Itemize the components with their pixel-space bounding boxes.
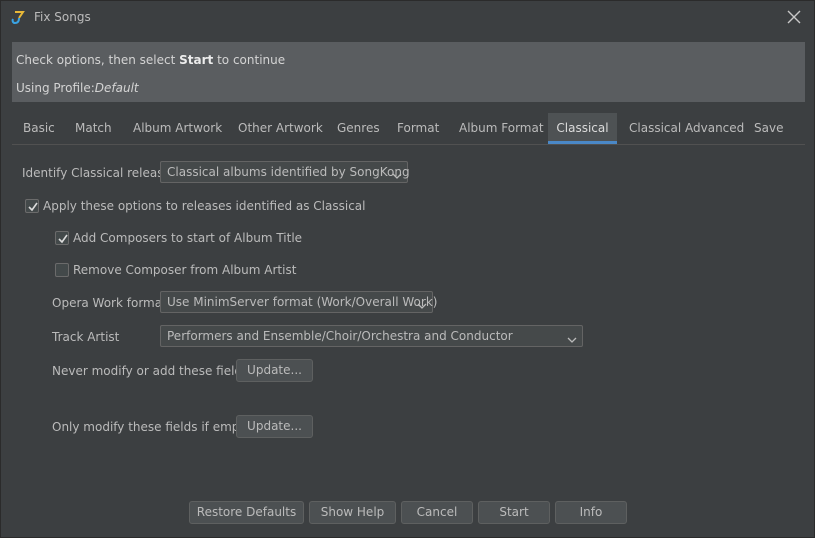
info-button[interactable]: Info (555, 501, 627, 524)
opera-format-select[interactable]: Use MinimServer format (Work/Overall Wor… (160, 291, 437, 313)
apply-classical-label[interactable]: Apply these options to releases identifi… (43, 199, 366, 213)
remove-composer-label[interactable]: Remove Composer from Album Artist (73, 263, 296, 277)
track-artist-value: Performers and Ensemble/Choir/Orchestra … (167, 329, 513, 343)
identify-classical-value: Classical albums identified by SongKong (167, 165, 410, 179)
instructions-start-word: Start (179, 53, 214, 67)
profile-text: Using Profile:Default (16, 81, 139, 95)
cancel-button[interactable]: Cancel (401, 501, 473, 524)
tab-album-format[interactable]: Album Format (448, 113, 555, 144)
track-artist-select[interactable]: Performers and Ensemble/Choir/Orchestra … (160, 325, 583, 347)
tab-format[interactable]: Format (386, 113, 450, 144)
track-artist-label: Track Artist (52, 330, 120, 344)
identify-classical-select[interactable]: Classical albums identified by SongKong (160, 161, 410, 183)
close-icon[interactable] (784, 7, 804, 27)
apply-classical-checkbox[interactable] (25, 199, 39, 213)
profile-label: Using Profile: (16, 81, 95, 95)
instructions-panel: Check options, then select Start to cont… (12, 42, 805, 102)
tab-other-artwork[interactable]: Other Artwork (227, 113, 334, 144)
tab-basic[interactable]: Basic (12, 113, 66, 144)
add-composers-label[interactable]: Add Composers to start of Album Title (73, 231, 302, 245)
instructions-prefix: Check options, then select (16, 53, 180, 67)
instructions-suffix: to continue (213, 53, 286, 67)
songkong-icon (10, 9, 26, 25)
title-bar: Fix Songs (1, 1, 814, 34)
chevron-down-icon (417, 297, 427, 309)
start-button[interactable]: Start (478, 501, 550, 524)
show-help-button[interactable]: Show Help (309, 501, 396, 524)
tab-match[interactable]: Match (64, 113, 123, 144)
remove-composer-checkbox[interactable] (55, 263, 69, 277)
tab-genres[interactable]: Genres (326, 113, 391, 144)
never-modify-update-button[interactable]: Update... (236, 359, 313, 382)
checkmark-icon (58, 234, 68, 244)
only-modify-label: Only modify these fields if empty: (52, 420, 255, 434)
add-composers-checkbox[interactable] (55, 231, 69, 245)
chevron-down-icon (567, 331, 577, 343)
only-modify-update-button[interactable]: Update... (236, 415, 313, 438)
fix-songs-dialog: Fix Songs Check options, then select Sta… (0, 0, 815, 538)
tab-save[interactable]: Save (743, 113, 794, 144)
tab-bar: Basic Match Album Artwork Other Artwork … (12, 113, 805, 145)
never-modify-label: Never modify or add these fields: (52, 364, 253, 378)
instructions-text: Check options, then select Start to cont… (16, 53, 285, 67)
chevron-down-icon (392, 167, 402, 179)
opera-format-value: Use MinimServer format (Work/Overall Wor… (167, 295, 438, 309)
profile-name: Default (94, 81, 139, 95)
tab-classical-advanced[interactable]: Classical Advanced (618, 113, 755, 144)
opera-format-label: Opera Work format (52, 296, 167, 310)
restore-defaults-button[interactable]: Restore Defaults (189, 501, 304, 524)
tab-classical[interactable]: Classical (548, 113, 617, 144)
checkmark-icon (28, 202, 38, 212)
tab-album-artwork[interactable]: Album Artwork (122, 113, 233, 144)
identify-classical-label: Identify Classical releases (22, 166, 178, 180)
window-title: Fix Songs (34, 10, 91, 24)
